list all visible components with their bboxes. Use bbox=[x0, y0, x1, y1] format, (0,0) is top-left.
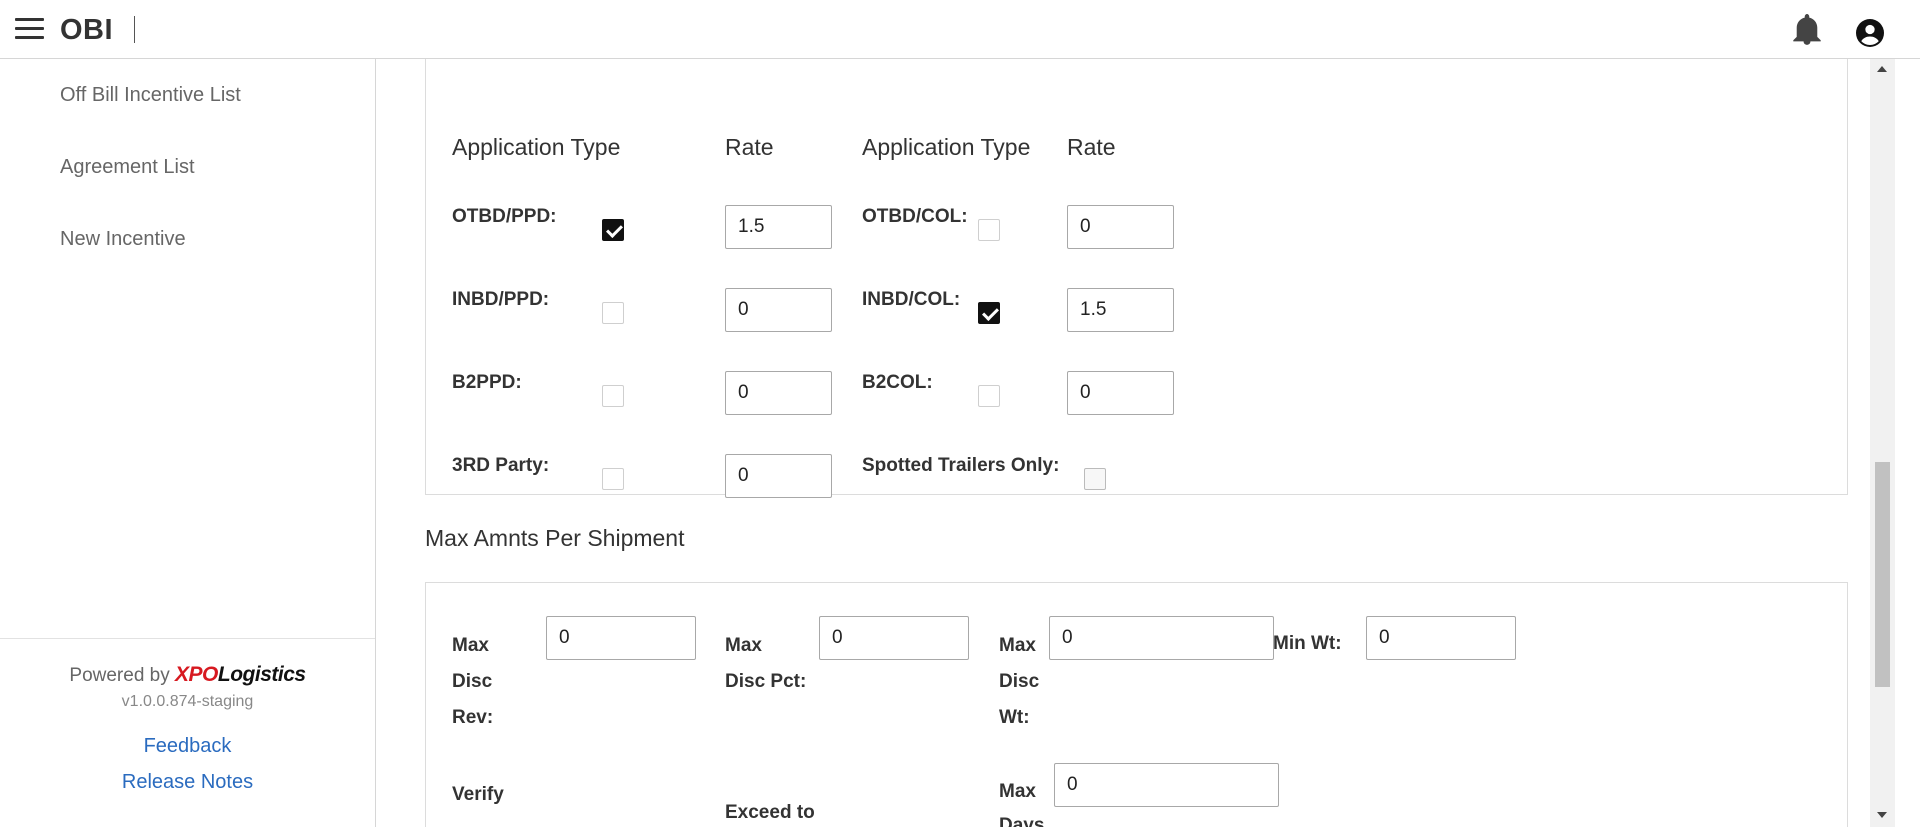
b2col-label: B2COL: bbox=[862, 372, 933, 393]
scroll-up-arrow-icon[interactable] bbox=[1877, 66, 1887, 72]
application-type-panel: Application Type Rate Application Type R… bbox=[425, 59, 1848, 498]
max-disc-rev-input[interactable] bbox=[546, 616, 696, 660]
min-wt-input[interactable] bbox=[1366, 616, 1516, 660]
otbd-ppd-checkbox[interactable] bbox=[602, 219, 624, 241]
bell-icon[interactable] bbox=[1793, 14, 1821, 46]
main-content: Application Type Rate Application Type R… bbox=[376, 59, 1870, 827]
otbd-ppd-rate-input[interactable] bbox=[725, 205, 832, 249]
third-party-label: 3RD Party: bbox=[452, 455, 550, 476]
sidebar-item-off-bill-incentive-list[interactable]: Off Bill Incentive List bbox=[60, 84, 241, 107]
b2ppd-rate-input[interactable] bbox=[725, 371, 832, 415]
third-party-rate-input[interactable] bbox=[725, 454, 832, 498]
rate-header-left: Rate bbox=[725, 134, 774, 160]
max-disc-wt-input[interactable] bbox=[1049, 616, 1274, 660]
third-party-checkbox[interactable] bbox=[602, 468, 624, 490]
max-disc-rev-label: Max Disc Rev: bbox=[452, 635, 494, 728]
max-days-label: Max Days bbox=[999, 781, 1045, 827]
otbd-col-rate-input[interactable] bbox=[1067, 205, 1174, 249]
b2ppd-checkbox[interactable] bbox=[602, 385, 624, 407]
sidebar-item-new-incentive[interactable]: New Incentive bbox=[60, 228, 186, 251]
spotted-trailers-label: Spotted Trailers Only: bbox=[862, 455, 1060, 476]
version-text: v1.0.0.874-staging bbox=[121, 693, 254, 710]
inbd-ppd-checkbox[interactable] bbox=[602, 302, 624, 324]
app-title: OBI bbox=[60, 14, 114, 46]
vertical-scrollbar[interactable] bbox=[1870, 59, 1895, 827]
max-amounts-title: Max Amnts Per Shipment bbox=[425, 525, 685, 551]
scroll-down-arrow-icon[interactable] bbox=[1877, 812, 1887, 818]
b2ppd-label: B2PPD: bbox=[452, 372, 522, 393]
sidebar-item-agreement-list[interactable]: Agreement List bbox=[60, 156, 195, 179]
inbd-col-label: INBD/COL: bbox=[862, 289, 961, 310]
sidebar: Off Bill Incentive List Agreement List N… bbox=[0, 59, 376, 827]
max-days-input[interactable] bbox=[1054, 763, 1279, 807]
feedback-link[interactable]: Feedback bbox=[0, 735, 375, 758]
account-circle-icon[interactable] bbox=[1856, 19, 1884, 47]
inbd-ppd-rate-input[interactable] bbox=[725, 288, 832, 332]
inbd-col-checkbox[interactable] bbox=[978, 302, 1000, 324]
powered-by-text: Powered by bbox=[69, 665, 170, 686]
verify-label: Verify bbox=[452, 784, 504, 805]
inbd-col-rate-input[interactable] bbox=[1067, 288, 1174, 332]
hamburger-menu-icon[interactable] bbox=[15, 18, 44, 40]
rate-header-right: Rate bbox=[1067, 134, 1116, 160]
spotted-trailers-checkbox[interactable] bbox=[1084, 468, 1106, 490]
top-app-bar: OBI bbox=[0, 0, 1920, 59]
otbd-ppd-label: OTBD/PPD: bbox=[452, 206, 557, 227]
otbd-col-checkbox[interactable] bbox=[978, 219, 1000, 241]
b2col-rate-input[interactable] bbox=[1067, 371, 1174, 415]
application-type-header-left: Application Type bbox=[452, 134, 621, 160]
exceed-to-label: Exceed to bbox=[725, 802, 815, 823]
application-type-header-right: Application Type bbox=[862, 134, 1031, 160]
release-notes-link[interactable]: Release Notes bbox=[0, 771, 375, 794]
inbd-ppd-label: INBD/PPD: bbox=[452, 289, 550, 310]
xpo-logistics-logo: XPOLogistics bbox=[175, 663, 306, 686]
scrollbar-thumb[interactable] bbox=[1875, 462, 1890, 687]
max-disc-wt-label: Max Disc Wt: bbox=[999, 635, 1040, 728]
title-divider bbox=[134, 16, 135, 43]
min-wt-label: Min Wt: bbox=[1273, 633, 1342, 654]
max-amounts-panel: Max Disc Rev: Max Disc Pct: Max Disc Wt:… bbox=[425, 582, 1848, 827]
b2col-checkbox[interactable] bbox=[978, 385, 1000, 407]
otbd-col-label: OTBD/COL: bbox=[862, 206, 968, 227]
max-disc-pct-label: Max Disc Pct: bbox=[725, 635, 807, 692]
max-disc-pct-input[interactable] bbox=[819, 616, 969, 660]
powered-by-line: Powered by XPOLogistics bbox=[0, 663, 375, 687]
sidebar-footer: Powered by XPOLogistics v1.0.0.874-stagi… bbox=[0, 638, 375, 828]
